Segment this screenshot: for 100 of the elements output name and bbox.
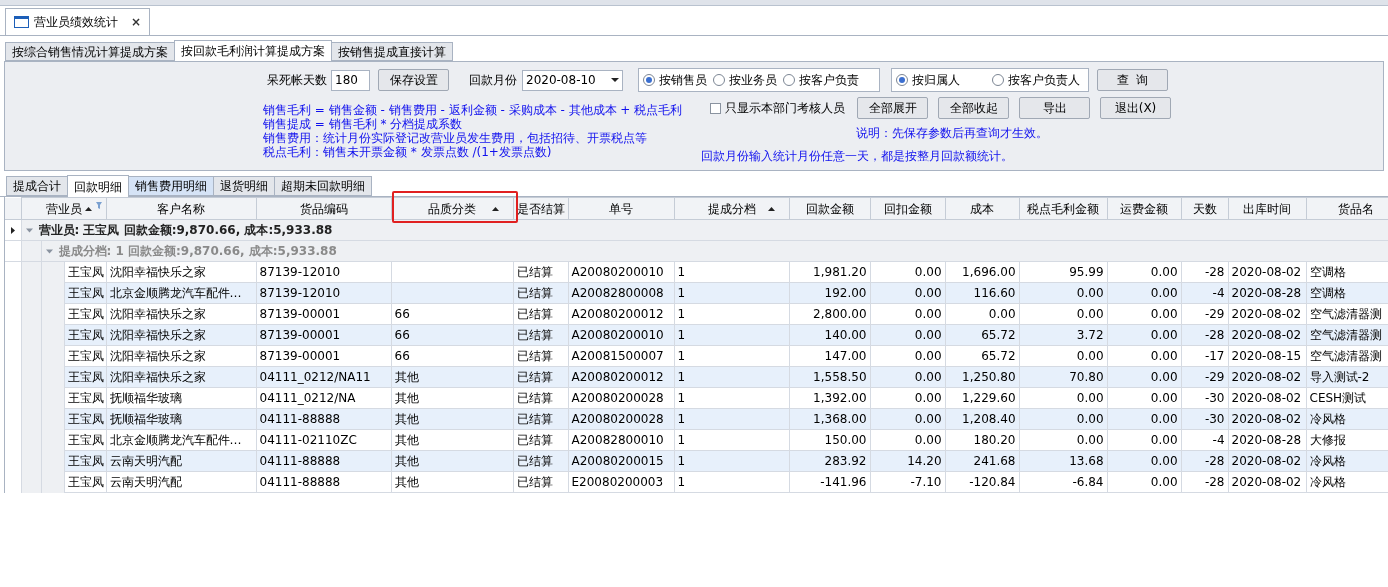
table-cell: E20080200003 (568, 471, 674, 493)
detail-tab[interactable]: 提成合计 (6, 176, 68, 196)
detail-tab[interactable]: 退货明细 (213, 176, 275, 196)
detail-tab[interactable]: 超期未回款明细 (274, 176, 372, 196)
table-cell: 0.00 (870, 429, 945, 451)
table-cell: 0.00 (1019, 387, 1107, 409)
table-cell: 其他 (391, 408, 513, 430)
table-cell: 北京金顺腾龙汽车配件… (106, 282, 256, 304)
radio-button[interactable] (643, 74, 655, 86)
radio-button[interactable] (896, 74, 908, 86)
table-cell: 已结算 (513, 303, 568, 325)
radio-button[interactable] (783, 74, 795, 86)
dead-days-field[interactable]: 180 (331, 69, 370, 91)
group-summary: 提成分档: 1 回款金额:9,870.66, 成本:5,933.88 (58, 244, 337, 258)
table-cell: 已结算 (513, 261, 568, 283)
table-cell: 抚顺福华玻璃 (106, 408, 256, 430)
table-cell: 云南天明汽配 (106, 450, 256, 472)
table-cell: 王宝凤 (64, 345, 106, 367)
column-header[interactable]: 税点毛利金额 (1019, 197, 1107, 220)
radio-option[interactable]: 按归属人 (896, 71, 960, 89)
column-header[interactable]: 出库时间 (1228, 197, 1306, 220)
radio-option[interactable]: 按销售员 (643, 71, 707, 89)
table-cell: 04111_0212/NA (256, 387, 391, 409)
table-cell: 1 (674, 261, 789, 283)
close-icon[interactable]: × (131, 13, 142, 31)
table-cell: 04111_0212/NA11 (256, 366, 391, 388)
column-header[interactable]: 营业员 (21, 197, 106, 220)
table-cell: 王宝凤 (64, 471, 106, 493)
table-cell: 沈阳幸福快乐之家 (106, 324, 256, 346)
table-cell: 65.72 (945, 345, 1019, 367)
column-header[interactable]: 品质分类 (391, 197, 513, 220)
table-cell: -7.10 (870, 471, 945, 493)
table-cell: 2020-08-02 (1228, 387, 1306, 409)
scheme-tab[interactable]: 按综合销售情况计算提成方案 (5, 42, 175, 61)
table-cell: -30 (1181, 408, 1228, 430)
checkbox[interactable] (710, 102, 721, 114)
table-cell: -28 (1181, 471, 1228, 493)
query-button[interactable]: 查 询 (1097, 69, 1168, 91)
table-cell: 04111-88888 (256, 408, 391, 430)
table-cell: 王宝凤 (64, 261, 106, 283)
table-cell: 0.00 (1107, 345, 1181, 367)
column-header[interactable]: 回扣金额 (870, 197, 945, 220)
collapse-toggle-icon[interactable] (25, 227, 33, 234)
table-cell: 王宝凤 (64, 429, 106, 451)
collapse-toggle-icon[interactable] (45, 248, 53, 255)
table-cell: 2020-08-02 (1228, 471, 1306, 493)
month-dropdown[interactable]: 2020-08-10 (522, 69, 623, 91)
toolbar-button[interactable]: 退出(X) (1100, 97, 1171, 119)
radio-option[interactable]: 按客户负责 (783, 71, 859, 89)
table-cell: 0.00 (1107, 471, 1181, 493)
table-cell: 1,229.60 (945, 387, 1019, 409)
table-cell: 0.00 (870, 408, 945, 430)
column-header[interactable]: 成本 (945, 197, 1019, 220)
window-icon (14, 16, 29, 28)
table-cell: 已结算 (513, 471, 568, 493)
toolbar-button[interactable]: 全部收起 (938, 97, 1009, 119)
radio-button[interactable] (713, 74, 725, 86)
dept-only-checkbox-row[interactable]: 只显示本部门考核人员 (710, 99, 857, 117)
radio-option[interactable]: 按业务员 (713, 71, 777, 89)
detail-tab[interactable]: 销售费用明细 (128, 176, 214, 196)
table-cell: 1,392.00 (789, 387, 870, 409)
table-cell: 1 (674, 450, 789, 472)
table-cell: 1,368.00 (789, 408, 870, 430)
table-cell: 其他 (391, 429, 513, 451)
table-cell: 其他 (391, 471, 513, 493)
table-cell: 116.60 (945, 282, 1019, 304)
table-cell: 192.00 (789, 282, 870, 304)
column-header[interactable]: 提成分档 (674, 197, 789, 220)
column-header[interactable]: 回款金额 (789, 197, 870, 220)
save-settings-button[interactable]: 保存设置 (378, 69, 449, 91)
column-header[interactable]: 货品名 (1306, 197, 1388, 220)
column-header[interactable]: 单号 (568, 197, 674, 220)
table-cell: 已结算 (513, 408, 568, 430)
radio-option[interactable]: 按客户负责人 (992, 71, 1080, 89)
document-tab[interactable]: 营业员绩效统计 × (5, 8, 151, 35)
formula-text: 销售毛利 = 销售金额 - 销售费用 - 返利金额 - 采购成本 - 其他成本 + 税点毛利 (263, 103, 684, 117)
filter-icon[interactable] (95, 202, 102, 209)
table-cell: 2020-08-02 (1228, 366, 1306, 388)
table-cell: A20080200015 (568, 450, 674, 472)
table-cell: 0.00 (1107, 366, 1181, 388)
table-cell: 140.00 (789, 324, 870, 346)
radio-button[interactable] (992, 74, 1004, 86)
scheme-tab[interactable]: 按销售提成直接计算 (331, 42, 453, 61)
column-header[interactable]: 货品编码 (256, 197, 391, 220)
dead-days-label: 呆死帐天数 (267, 72, 327, 89)
toolbar-button[interactable]: 全部展开 (857, 97, 928, 119)
document-tab-title: 营业员绩效统计 (34, 14, 118, 31)
column-header[interactable]: 天数 (1181, 197, 1228, 220)
table-cell: 其他 (391, 366, 513, 388)
table-cell: 0.00 (1107, 303, 1181, 325)
column-header[interactable]: 客户名称 (106, 197, 256, 220)
table-cell: -29 (1181, 303, 1228, 325)
table-cell: -141.96 (789, 471, 870, 493)
table-cell: 70.80 (1019, 366, 1107, 388)
column-header[interactable]: 是否结算 (513, 197, 568, 220)
column-header[interactable]: 运费金额 (1107, 197, 1181, 220)
toolbar-button[interactable]: 导出 (1019, 97, 1090, 119)
detail-tab[interactable]: 回款明细 (67, 175, 129, 197)
checkbox-label: 只显示本部门考核人员 (725, 100, 845, 117)
dropdown-arrow-icon (611, 78, 619, 82)
